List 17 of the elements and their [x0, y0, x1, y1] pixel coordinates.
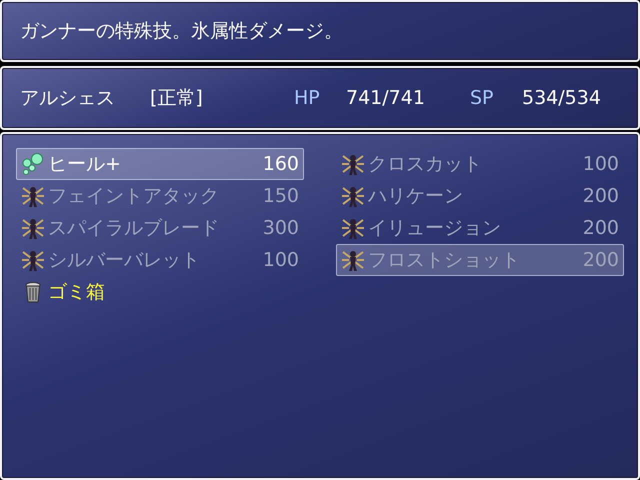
character-name: アルシェス — [20, 86, 116, 111]
winged-figure-icon — [21, 184, 45, 208]
winged-figure-icon — [341, 248, 365, 272]
skill-item[interactable]: ヒール+ 160 — [16, 148, 304, 180]
hp-value: 741/741 — [346, 87, 426, 109]
sp-value: 534/534 — [522, 87, 601, 109]
hp-label: HP — [294, 87, 321, 109]
winged-figure-icon — [21, 248, 45, 272]
winged-figure-icon — [21, 216, 45, 240]
help-text: ガンナーの特殊技。氷属性ダメージ。 — [20, 19, 343, 44]
winged-figure-icon — [341, 216, 365, 240]
sp-label: SP — [470, 87, 495, 109]
winged-figure-icon — [341, 184, 365, 208]
skill-item[interactable]: ゴミ箱 — [16, 276, 304, 308]
winged-figure-icon — [341, 152, 365, 176]
status-condition: [正常] — [150, 86, 204, 111]
bubbles-icon — [21, 152, 45, 176]
